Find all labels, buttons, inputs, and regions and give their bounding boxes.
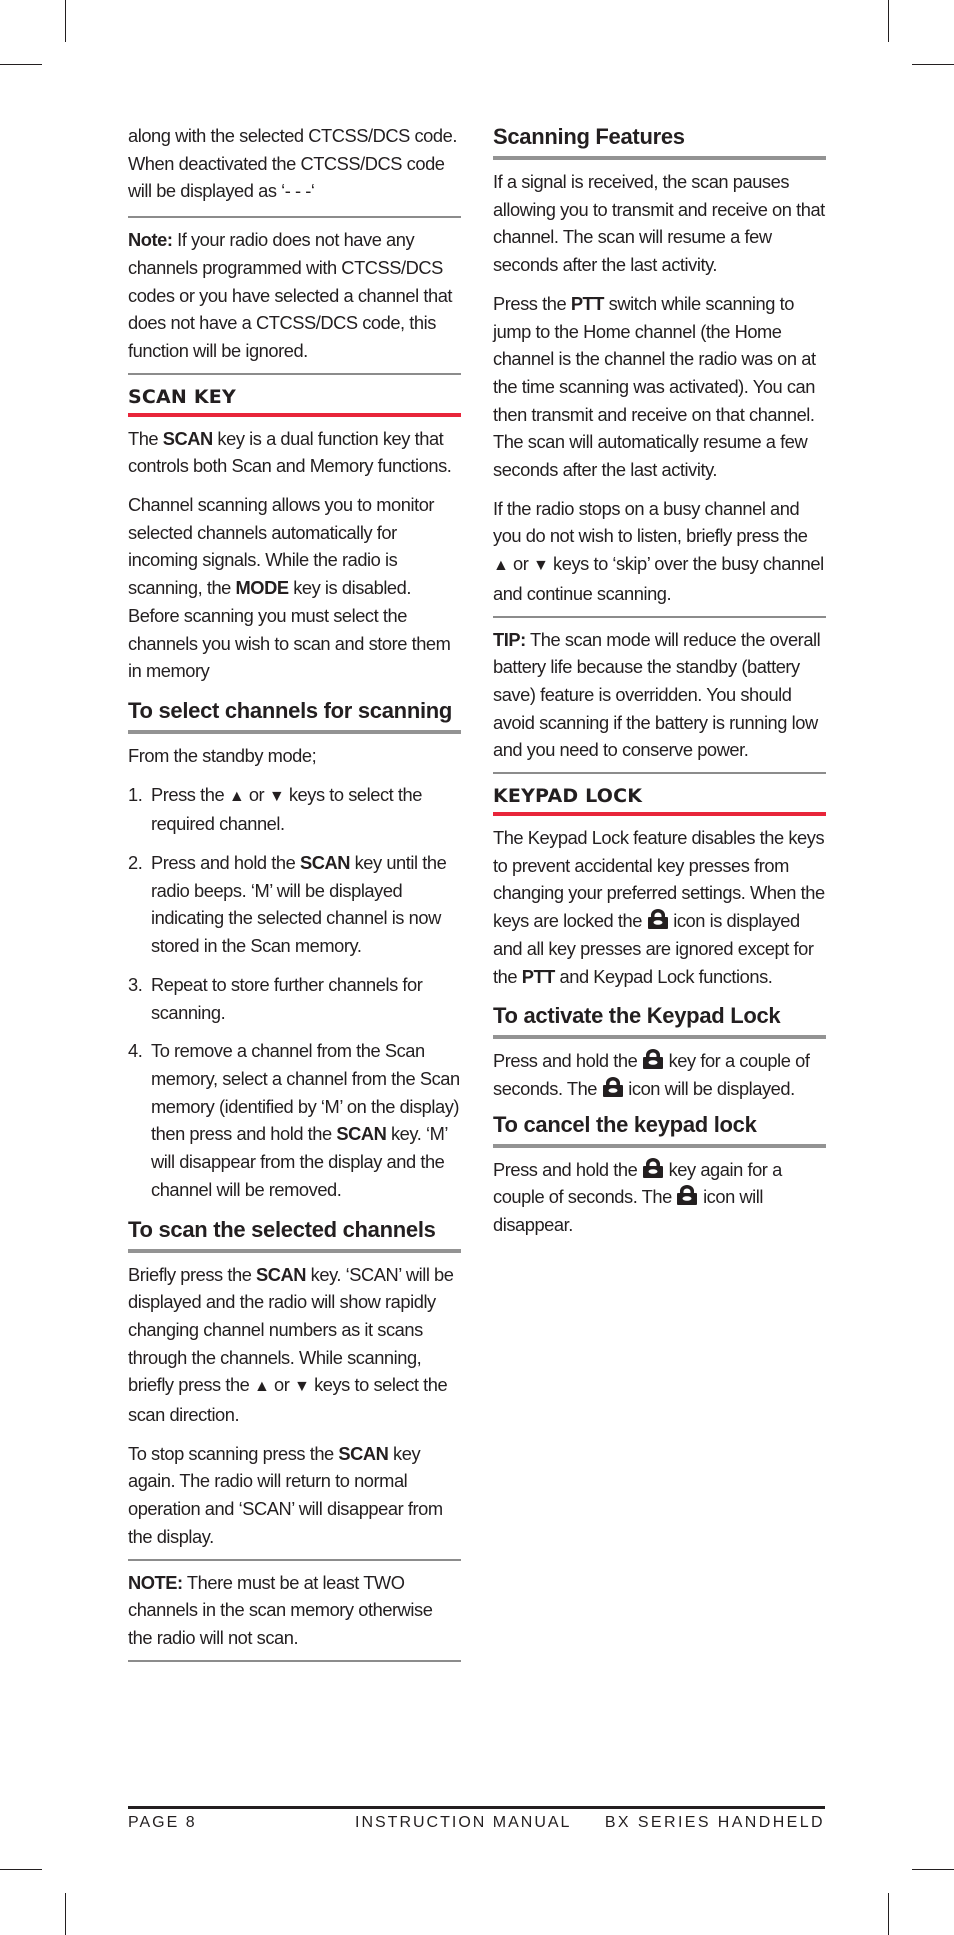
crop-mark-bottom-left-v bbox=[65, 1893, 66, 1935]
subheading-cancel-lock: To cancel the keypad lock bbox=[493, 1111, 757, 1137]
note-paragraph-2: NOTE: There must be at least TWO channel… bbox=[128, 1571, 433, 1648]
scan-key-paragraph-2: Channel scanning allows you to monitor s… bbox=[128, 494, 451, 682]
section-heading-scan-key: SCAN KEY bbox=[128, 385, 236, 408]
divider bbox=[128, 372, 461, 375]
up-triangle-icon: ▲ bbox=[228, 787, 245, 805]
divider bbox=[128, 1659, 461, 1662]
scan-selected-paragraph-1: Briefly press the SCAN key. ‘SCAN’ will … bbox=[128, 1263, 454, 1426]
note-paragraph: Note: If your radio does not have any ch… bbox=[128, 229, 453, 361]
list-item: 3. Repeat to store further channels for … bbox=[128, 973, 423, 1023]
crop-mark-top-left-v bbox=[65, 0, 66, 42]
heading-rule-grey bbox=[128, 729, 461, 734]
scan-selected-paragraph-2: To stop scanning press the SCAN key agai… bbox=[128, 1442, 443, 1547]
up-triangle-icon: ▲ bbox=[493, 557, 509, 575]
down-triangle-icon: ▼ bbox=[268, 787, 285, 805]
section-heading-keypad-lock: KEYPAD LOCK bbox=[493, 785, 643, 808]
right-column: Scanning Features If a signal is receive… bbox=[493, 122, 826, 1250]
divider bbox=[493, 772, 826, 775]
list-item: 4. To remove a channel from the Scan mem… bbox=[128, 1040, 460, 1200]
standby-intro: From the standby mode; bbox=[128, 744, 317, 766]
heading-rule-red bbox=[128, 412, 461, 417]
heading-rule-grey bbox=[128, 1248, 461, 1253]
subheading-select-channels: To select channels for scanning bbox=[128, 697, 453, 723]
down-triangle-icon: ▼ bbox=[294, 1378, 310, 1396]
divider bbox=[128, 1558, 461, 1561]
divider bbox=[493, 615, 826, 618]
cancel-lock-paragraph: Press and hold the key again for a coupl… bbox=[493, 1157, 782, 1236]
tip-paragraph: TIP: The scan mode will reduce the overa… bbox=[493, 628, 821, 761]
intro-paragraph: along with the selected CTCSS/DCS code. … bbox=[128, 125, 457, 202]
footer-rule bbox=[128, 1806, 825, 1809]
crop-mark-bottom-right-v bbox=[888, 1893, 889, 1935]
tip-label: TIP: bbox=[493, 628, 526, 650]
crop-mark-top-right-v bbox=[888, 0, 889, 42]
padlock-icon bbox=[677, 1185, 698, 1206]
padlock-icon bbox=[642, 1049, 663, 1070]
scanning-features-paragraph-2: Press the PTT switch while scanning to j… bbox=[493, 292, 816, 481]
subheading-activate-lock: To activate the Keypad Lock bbox=[493, 1003, 781, 1029]
subheading-scan-selected: To scan the selected channels bbox=[128, 1216, 436, 1242]
list-item: 2. Press and hold the SCAN key until the… bbox=[128, 852, 447, 957]
footer-page-number: PAGE 8 bbox=[128, 1814, 197, 1831]
scanning-features-paragraph-3: If the radio stops on a busy channel and… bbox=[493, 497, 824, 604]
crop-mark-bottom-right-h bbox=[912, 1869, 954, 1870]
footer-product-name: BX SERIES HANDHELD bbox=[604, 1814, 825, 1831]
select-steps-list: 1. Press the ▲ or ▼ keys to select the r… bbox=[128, 781, 461, 1204]
footer-manual-title: INSTRUCTION MANUAL bbox=[355, 1814, 572, 1831]
crop-mark-bottom-left-h bbox=[0, 1869, 42, 1870]
padlock-icon bbox=[647, 909, 668, 930]
scan-key-paragraph-1: The SCAN key is a dual function key that… bbox=[128, 427, 452, 477]
up-triangle-icon: ▲ bbox=[254, 1378, 270, 1396]
padlock-icon bbox=[642, 1157, 663, 1178]
crop-mark-top-left-h bbox=[0, 64, 42, 65]
padlock-icon bbox=[602, 1076, 623, 1097]
divider bbox=[128, 216, 461, 219]
heading-rule-grey bbox=[493, 156, 826, 160]
crop-mark-top-right-h bbox=[912, 64, 954, 65]
keypad-lock-paragraph: The Keypad Lock feature disables the key… bbox=[493, 827, 825, 987]
subheading-scanning-features: Scanning Features bbox=[493, 124, 685, 149]
left-column: along with the selected CTCSS/DCS code. … bbox=[128, 122, 461, 1670]
heading-rule-grey bbox=[493, 1143, 826, 1148]
list-item: 1. Press the ▲ or ▼ keys to select the r… bbox=[128, 783, 422, 835]
down-triangle-icon: ▼ bbox=[533, 557, 549, 575]
scanning-features-paragraph-1: If a signal is received, the scan pauses… bbox=[493, 171, 825, 276]
activate-lock-paragraph: Press and hold the key for a couple of s… bbox=[493, 1049, 810, 1099]
heading-rule-red bbox=[493, 812, 826, 817]
heading-rule-grey bbox=[493, 1035, 826, 1040]
note-label: Note: bbox=[128, 229, 173, 251]
